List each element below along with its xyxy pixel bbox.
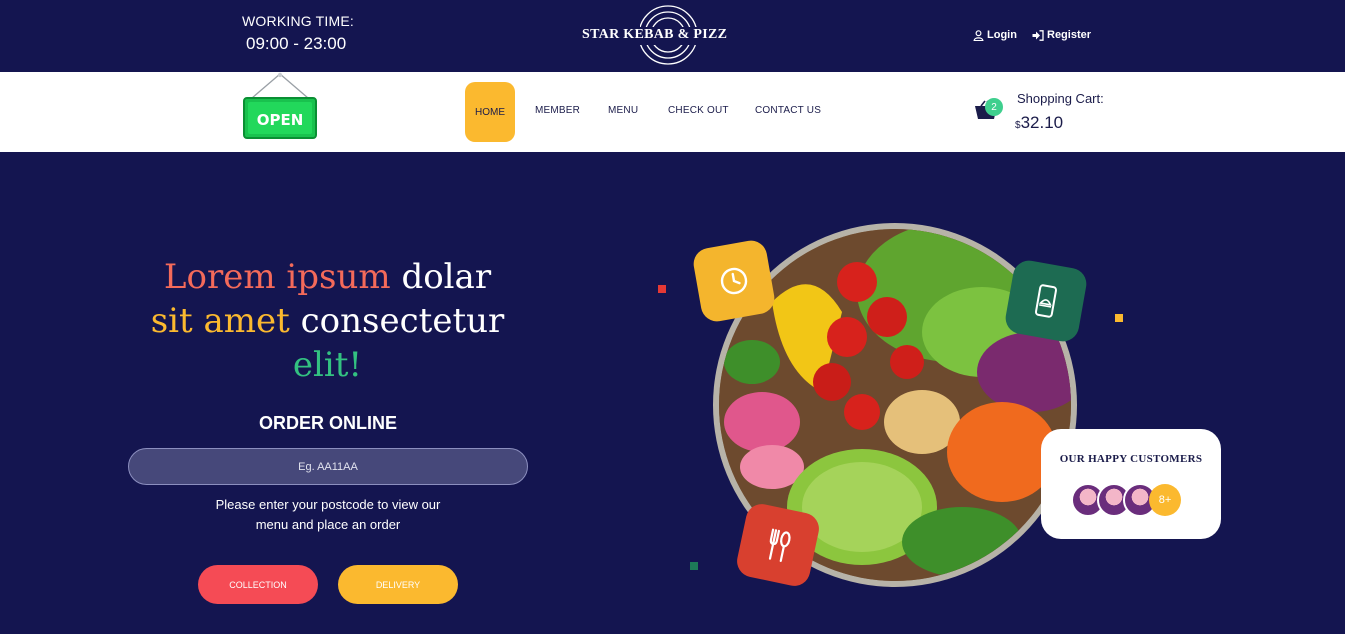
working-time-hours: 09:00 - 23:00 <box>246 34 347 53</box>
cart-total-value: 32.10 <box>1020 113 1064 132</box>
clock-badge <box>691 238 777 324</box>
happy-customers-title: OUR HAPPY CUSTOMERS <box>1059 453 1203 465</box>
headline-part-4: consectetur <box>300 301 505 341</box>
open-sign: OPEN <box>242 72 318 140</box>
nav-home[interactable]: HOME <box>465 82 515 142</box>
decor-dot-yellow <box>1115 314 1123 322</box>
working-time-label: WORKING TIME: <box>242 13 355 29</box>
collection-button[interactable]: COLLECTION <box>198 565 318 604</box>
phone-order-badge <box>1003 258 1089 344</box>
hint-line-1: Please enter your postcode to view our <box>215 497 441 512</box>
nav-contact[interactable]: CONTACT US <box>755 105 821 116</box>
order-online-title: ORDER ONLINE <box>258 413 397 433</box>
decor-dot-green <box>690 562 698 570</box>
open-sign-text: OPEN <box>257 111 304 129</box>
nav-checkout[interactable]: CHECK OUT <box>668 105 729 116</box>
headline-part-5: elit! <box>292 345 363 385</box>
brand-name: STAR KEBAB & PIZZ <box>582 27 728 42</box>
open-sign-icon: OPEN <box>243 72 317 139</box>
hero-headline: Lorem ipsum dolar sit amet consectetur e… <box>140 255 515 387</box>
delivery-button[interactable]: DELIVERY <box>338 565 458 604</box>
login-link[interactable]: Login <box>973 29 1017 41</box>
nav-member[interactable]: MEMBER <box>535 105 580 116</box>
headline-part-2: dolar <box>401 257 492 297</box>
more-customers-badge: 8+ <box>1149 484 1181 516</box>
decor-dot-red <box>658 285 666 293</box>
cart-count-badge: 2 <box>985 98 1003 116</box>
postcode-hint: Please enter your postcode to view our m… <box>178 495 478 535</box>
clock-icon <box>720 267 748 295</box>
happy-customers-card: OUR HAPPY CUSTOMERS 8+ <box>1041 429 1221 539</box>
login-label: Login <box>987 29 1017 41</box>
sign-in-icon <box>1032 29 1044 41</box>
headline-part-1: Lorem ipsum <box>163 257 391 297</box>
user-icon <box>973 29 984 41</box>
cart-label: Shopping Cart: <box>1017 91 1104 106</box>
register-link[interactable]: Register <box>1032 29 1091 41</box>
phone-order-icon <box>1034 284 1058 318</box>
nav-menu[interactable]: MENU <box>608 105 638 116</box>
headline-part-3: sit amet <box>150 301 290 341</box>
cart-total: $32.10 <box>1015 113 1063 133</box>
hint-line-2: menu and place an order <box>255 517 401 532</box>
cutlery-badge <box>734 501 822 589</box>
postcode-input[interactable] <box>128 448 528 485</box>
register-label: Register <box>1047 29 1092 41</box>
cutlery-icon <box>768 528 791 563</box>
